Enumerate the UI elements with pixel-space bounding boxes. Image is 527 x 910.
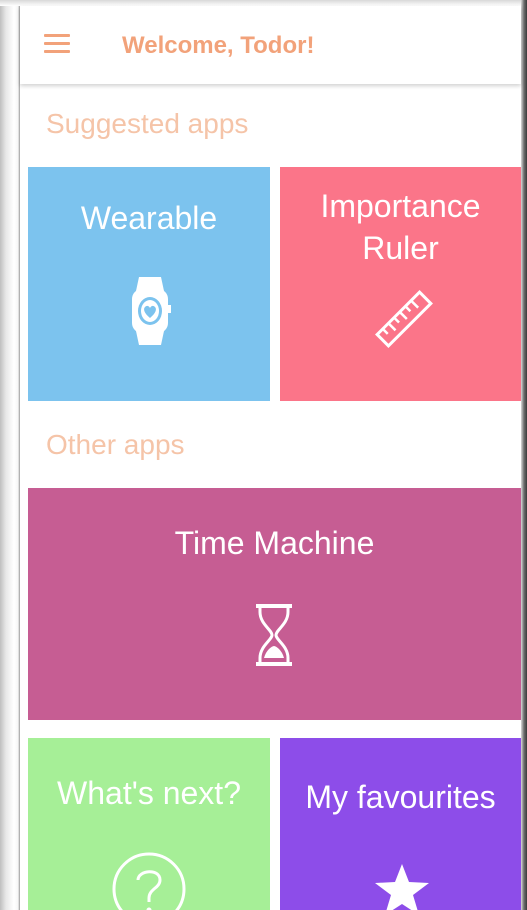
my-favourites-tile-label: My favourites xyxy=(305,779,496,815)
star-icon xyxy=(375,864,429,910)
other-apps-heading: Other apps xyxy=(46,429,185,460)
hamburger-menu-icon[interactable] xyxy=(44,34,74,56)
ruler-icon xyxy=(375,290,433,348)
time-machine-tile-label: Time Machine xyxy=(174,525,375,561)
my-favourites-tile[interactable]: My favourites xyxy=(280,738,521,910)
window-left-edge xyxy=(0,0,20,910)
app-bar: Welcome, Todor! xyxy=(20,6,521,84)
hourglass-icon xyxy=(256,604,292,666)
whats-next-tile[interactable]: What's next? xyxy=(28,738,270,910)
window-right-edge xyxy=(521,0,527,910)
wearable-tile-label: Wearable xyxy=(80,200,218,236)
time-machine-tile[interactable]: Time Machine xyxy=(28,488,521,720)
importance-ruler-tile[interactable]: Importance Ruler xyxy=(280,167,521,401)
question-circle-icon xyxy=(112,852,186,910)
page-title: Welcome, Todor! xyxy=(122,32,315,59)
suggested-apps-heading: Suggested apps xyxy=(46,108,249,139)
smartwatch-heart-icon xyxy=(132,277,171,345)
importance-ruler-tile-label: Importance Ruler xyxy=(320,188,481,266)
whats-next-tile-label: What's next? xyxy=(57,775,241,811)
wearable-tile[interactable]: Wearable xyxy=(28,167,270,401)
app-screen: Welcome, Todor! Suggested apps Wearable … xyxy=(0,0,527,910)
